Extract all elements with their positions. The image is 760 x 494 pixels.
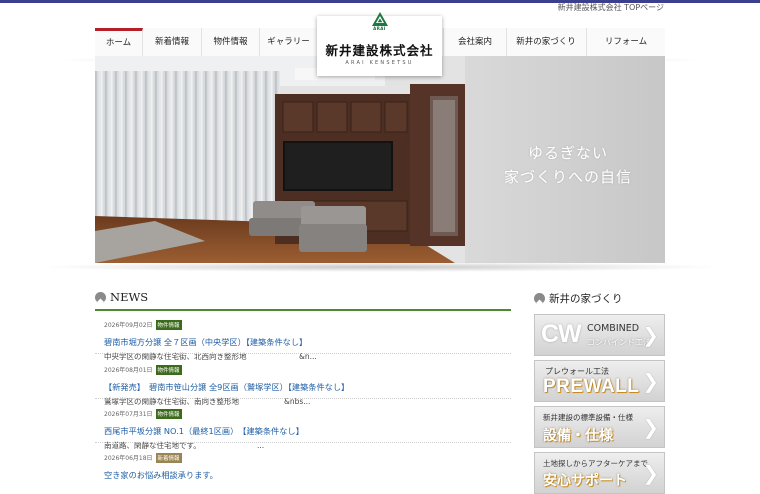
banner-main-text: CW xyxy=(541,320,582,348)
news-badge: 物件情報 xyxy=(155,364,182,375)
banner-text: 土地探しからアフターケアまで xyxy=(543,459,648,468)
news-date: 2026年07月31日 xyxy=(104,411,153,418)
nav-news[interactable]: 新着情報 xyxy=(143,28,202,56)
nav-company[interactable]: 会社案内 xyxy=(443,28,507,56)
news-date: 2026年08月01日 xyxy=(104,367,153,374)
news-link[interactable]: 西尾市平坂分譲 NO.1（最終1区画） 【建築条件なし】 xyxy=(104,425,509,437)
house-icon xyxy=(95,292,106,305)
news-link[interactable]: 【新発売】 碧南市笹山分譲 全9区画（鷲塚学区）【建築条件なし】 xyxy=(104,381,509,393)
news-item: 2026年07月31日 物件情報 西尾市平坂分譲 NO.1（最終1区画） 【建築条… xyxy=(104,403,509,451)
nav-home[interactable]: ホーム xyxy=(95,28,143,56)
news-title: NEWS xyxy=(110,290,149,304)
news-item: 2026年06月18日 新着情報 空き家のお悩み相談承ります。 xyxy=(104,447,509,481)
news-date: 2026年09月02日 xyxy=(104,322,153,329)
nav-reform[interactable]: リフォーム xyxy=(587,28,665,56)
news-divider xyxy=(95,398,511,399)
banner-prewall[interactable]: プレウォール工法 PREWALL ❯ xyxy=(534,360,665,402)
banner-text: COMBINED xyxy=(587,323,640,334)
nav-gallery[interactable]: ギャラリー xyxy=(260,28,318,56)
nav-properties[interactable]: 物件情報 xyxy=(202,28,260,56)
logo-small-text: ARAI xyxy=(373,26,386,31)
news-divider xyxy=(95,442,511,443)
news-badge: 物件情報 xyxy=(155,319,182,330)
chevron-right-icon: ❯ xyxy=(642,415,659,439)
banner-text: 新井建設の標準設備・仕様 xyxy=(543,413,633,422)
banner-main-text: 安心サポート xyxy=(543,473,627,489)
news-link[interactable]: 碧南市堀方分譲 全７区画（中央学区）【建築条件なし】 xyxy=(104,336,509,348)
header-caption: 新井建設株式会社 TOPページ xyxy=(557,3,664,12)
news-item: 2026年08月01日 物件情報 【新発売】 碧南市笹山分譲 全9区画（鷲塚学区）… xyxy=(104,359,509,407)
house-icon xyxy=(534,293,545,306)
hero-shadow xyxy=(35,262,725,272)
banner-equipment[interactable]: 新井建設の標準設備・仕様 設備・仕様 ❯ xyxy=(534,406,665,448)
site-logo[interactable]: ARAI 新井建設株式会社 ARAI KENSETSU xyxy=(317,12,442,76)
logo-subtitle: ARAI KENSETSU xyxy=(345,60,414,66)
chevron-right-icon: ❯ xyxy=(642,323,659,347)
logo-mark-icon xyxy=(372,12,388,26)
chevron-right-icon: ❯ xyxy=(642,461,659,485)
chevron-right-icon: ❯ xyxy=(642,369,659,393)
hero-caption: ゆるぎない 家づくりへの自信 xyxy=(478,141,658,189)
sidebar-title: 新井の家づくり xyxy=(549,293,623,305)
banner-support[interactable]: 土地探しからアフターケアまで 安心サポート ❯ xyxy=(534,452,665,494)
news-header: NEWS xyxy=(95,290,511,311)
banner-combined[interactable]: CW COMBINED コンバインド工法 ❯ xyxy=(534,314,665,356)
news-badge: 新着情報 xyxy=(155,452,182,463)
hero-caption-line1: ゆるぎない xyxy=(527,144,608,162)
news-divider xyxy=(95,353,511,354)
news-badge: 物件情報 xyxy=(155,408,182,419)
logo-title: 新井建設株式会社 xyxy=(325,43,434,58)
sidebar-header: 新井の家づくり xyxy=(534,291,665,307)
banner-main-text: PREWALL xyxy=(543,376,640,397)
banner-main-text: 設備・仕様 xyxy=(543,428,613,444)
news-link[interactable]: 空き家のお悩み相談承ります。 xyxy=(104,469,509,481)
nav-house-building[interactable]: 新井の家づくり xyxy=(506,28,587,56)
hero-caption-line2: 家づくりへの自信 xyxy=(503,168,632,186)
news-item: 2026年09月02日 物件情報 碧南市堀方分譲 全７区画（中央学区）【建築条件な… xyxy=(104,314,509,362)
news-date: 2026年06月18日 xyxy=(104,455,153,462)
